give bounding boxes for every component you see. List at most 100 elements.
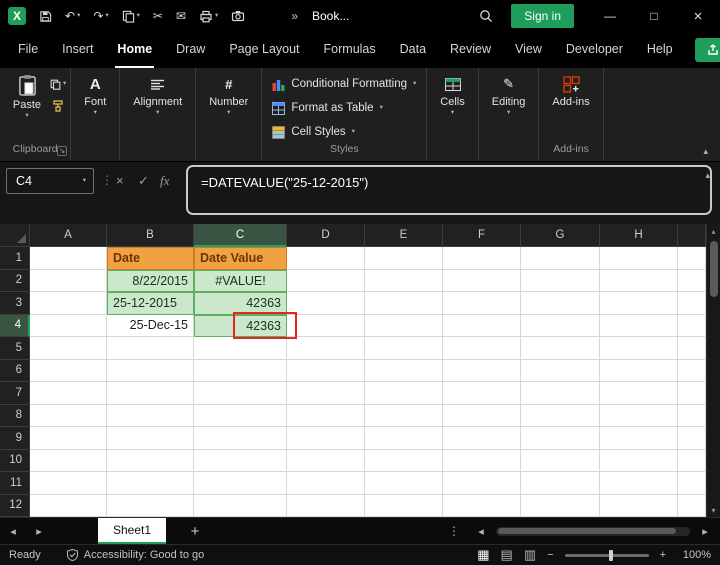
cell-H6[interactable] <box>600 359 678 382</box>
cell-blank8[interactable] <box>678 404 706 427</box>
vertical-scrollbar[interactable]: ▴ ▾ <box>706 224 720 517</box>
menu-tab-file[interactable]: File <box>16 32 40 68</box>
alignment-group-button[interactable]: Alignment ▾ <box>124 72 191 143</box>
cell-B11[interactable] <box>107 472 194 495</box>
page-layout-view-button[interactable]: ▤ <box>501 547 513 563</box>
cancel-button[interactable]: × <box>116 173 124 188</box>
print-button[interactable]: ▾ <box>199 10 218 23</box>
menu-tab-draw[interactable]: Draw <box>174 32 207 68</box>
cell-B6[interactable] <box>107 359 194 382</box>
vertical-scrollbar-thumb[interactable] <box>709 241 718 297</box>
cell-blank10[interactable] <box>678 449 706 472</box>
cell-B5[interactable] <box>107 337 194 360</box>
camera-button[interactable] <box>231 10 245 22</box>
paste-button[interactable]: Paste ▾ <box>4 72 50 143</box>
column-header-C[interactable]: C <box>194 224 287 247</box>
cell-blank12[interactable] <box>678 494 706 517</box>
cell-D8[interactable] <box>287 404 365 427</box>
copy-button[interactable]: ▾ <box>122 10 140 23</box>
cell-A6[interactable] <box>30 359 107 382</box>
cell-A4[interactable] <box>30 314 107 337</box>
mail-button[interactable]: ✉ <box>176 10 186 22</box>
addins-button[interactable]: Add-ins <box>543 72 598 143</box>
cell-blank3[interactable] <box>678 292 706 315</box>
cell-A3[interactable] <box>30 292 107 315</box>
column-header-H[interactable]: H <box>600 224 678 247</box>
zoom-in-button[interactable]: + <box>660 549 666 561</box>
row-header-8[interactable]: 8 <box>0 404 30 427</box>
cell-G10[interactable] <box>521 449 600 472</box>
save-button[interactable] <box>39 10 52 23</box>
cell-C5[interactable] <box>194 337 287 360</box>
horizontal-scrollbar-track[interactable] <box>496 526 690 536</box>
menu-tab-home[interactable]: Home <box>115 32 155 68</box>
cell-H7[interactable] <box>600 382 678 405</box>
cell-F11[interactable] <box>443 472 521 495</box>
editing-group-button[interactable]: ✎ Editing ▾ <box>483 72 535 143</box>
column-header-blank[interactable] <box>678 224 706 247</box>
cell-E9[interactable] <box>365 427 443 450</box>
menu-tab-developer[interactable]: Developer <box>564 32 625 68</box>
previous-sheet-button[interactable]: ◂ <box>0 518 26 544</box>
scroll-left-icon[interactable]: ◂ <box>468 525 494 538</box>
column-header-G[interactable]: G <box>521 224 600 247</box>
cell-C11[interactable] <box>194 472 287 495</box>
cell-F6[interactable] <box>443 359 521 382</box>
menu-tab-view[interactable]: View <box>513 32 544 68</box>
copy-small-button[interactable]: ▾ <box>50 79 66 90</box>
row-header-9[interactable]: 9 <box>0 427 30 450</box>
collapse-ribbon-button[interactable]: ▴ <box>703 146 708 157</box>
row-header-7[interactable]: 7 <box>0 382 30 405</box>
cell-E11[interactable] <box>365 472 443 495</box>
cell-D9[interactable] <box>287 427 365 450</box>
cell-blank11[interactable] <box>678 472 706 495</box>
maximize-button[interactable]: □ <box>632 0 676 32</box>
cell-C6[interactable] <box>194 359 287 382</box>
cell-E4[interactable] <box>365 314 443 337</box>
cell-F12[interactable] <box>443 494 521 517</box>
menu-tab-data[interactable]: Data <box>398 32 428 68</box>
format-painter-button[interactable] <box>52 100 64 112</box>
cells-group-button[interactable]: Cells ▾ <box>431 72 473 143</box>
cell-C9[interactable] <box>194 427 287 450</box>
cell-D3[interactable] <box>287 292 365 315</box>
cell-D6[interactable] <box>287 359 365 382</box>
cell-B3[interactable]: 25-12-2015 <box>107 292 194 315</box>
format-as-table-button[interactable]: Format as Table ▾ <box>266 97 422 119</box>
share-button[interactable]: Share <box>694 38 720 62</box>
cell-D12[interactable] <box>287 494 365 517</box>
cell-D7[interactable] <box>287 382 365 405</box>
sheet-tab-sheet1[interactable]: Sheet1 <box>98 518 167 544</box>
cell-G11[interactable] <box>521 472 600 495</box>
cut-button[interactable]: ✂ <box>153 10 163 22</box>
menu-tab-formulas[interactable]: Formulas <box>322 32 378 68</box>
minimize-button[interactable]: — <box>588 0 632 32</box>
cell-B10[interactable] <box>107 449 194 472</box>
cell-C7[interactable] <box>194 382 287 405</box>
cell-H3[interactable] <box>600 292 678 315</box>
excel-app-icon[interactable]: X <box>8 7 26 25</box>
cell-C1[interactable]: Date Value <box>194 247 287 270</box>
cell-A5[interactable] <box>30 337 107 360</box>
cell-A1[interactable] <box>30 247 107 270</box>
clipboard-dialog-launcher[interactable]: ↘ <box>56 146 68 156</box>
column-header-D[interactable]: D <box>287 224 365 247</box>
sign-in-button[interactable]: Sign in <box>511 4 574 28</box>
zoom-slider[interactable] <box>564 549 649 561</box>
menu-tab-insert[interactable]: Insert <box>60 32 95 68</box>
cell-F1[interactable] <box>443 247 521 270</box>
cell-A10[interactable] <box>30 449 107 472</box>
cell-G2[interactable] <box>521 269 600 292</box>
cell-C4[interactable]: 42363 <box>194 314 287 337</box>
name-box[interactable]: C4 ▾ <box>6 168 94 194</box>
cell-C2[interactable]: #VALUE! <box>194 269 287 292</box>
cell-F3[interactable] <box>443 292 521 315</box>
cell-D5[interactable] <box>287 337 365 360</box>
undo-button[interactable]: ↶ ▾ <box>65 10 80 22</box>
cell-D10[interactable] <box>287 449 365 472</box>
collapse-formula-bar-button[interactable]: ▴ <box>705 170 710 181</box>
cell-A2[interactable] <box>30 269 107 292</box>
cell-F2[interactable] <box>443 269 521 292</box>
cell-D2[interactable] <box>287 269 365 292</box>
column-header-E[interactable]: E <box>365 224 443 247</box>
